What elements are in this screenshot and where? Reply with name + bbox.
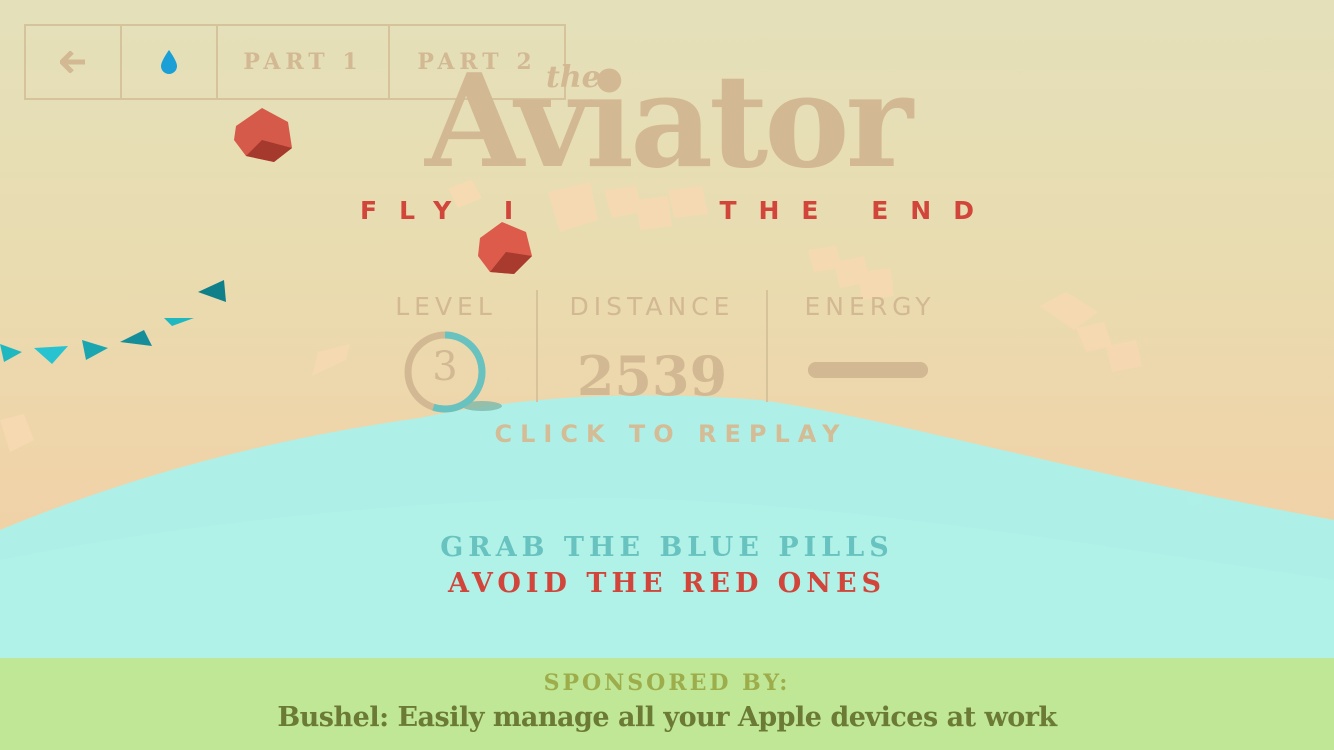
- energy-bar-fill: [808, 362, 928, 378]
- instruction-red: AVOID THE RED ONES: [447, 568, 887, 599]
- sponsor-link[interactable]: Bushel: Easily manage all your Apple dev…: [0, 702, 1334, 733]
- level-label: LEVEL: [395, 292, 497, 321]
- instruction-blue: GRAB THE BLUE PILLS: [440, 532, 894, 563]
- stat-divider: [766, 290, 768, 402]
- game-title-article: the: [546, 60, 601, 95]
- distance-value: 2539: [576, 344, 728, 408]
- game-title: Aviator: [425, 47, 913, 197]
- red-enemy-2: [478, 222, 532, 274]
- energy-label: ENERGY: [804, 292, 936, 321]
- replay-button[interactable]: CLICK TO REPLAY: [0, 420, 1334, 448]
- distance-label: DISTANCE: [569, 292, 735, 321]
- blue-pill-trail: [0, 280, 226, 364]
- game-subtitle: FLY I THE END: [360, 196, 996, 225]
- energy-bar: [808, 362, 928, 378]
- level-value: 3: [432, 344, 458, 390]
- sponsor-label: SPONSORED BY:: [543, 670, 791, 696]
- sponsor-banner: SPONSORED BY: Bushel: Easily manage all …: [0, 658, 1334, 750]
